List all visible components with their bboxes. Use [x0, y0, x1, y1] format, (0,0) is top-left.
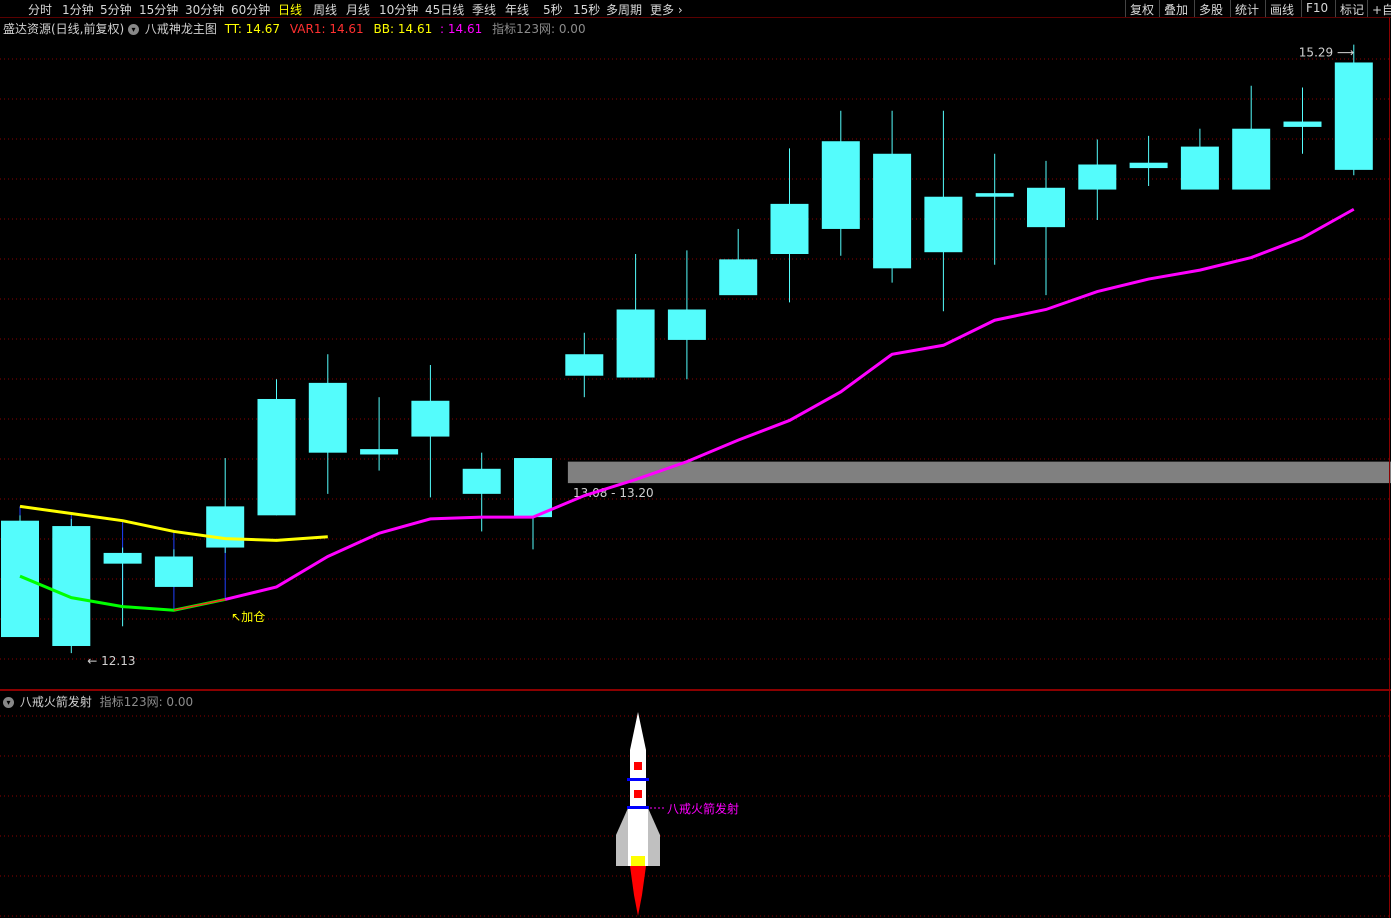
candle-body: [616, 309, 655, 378]
period-tab-1[interactable]: 1分钟: [62, 1, 94, 18]
candle-body: [1129, 162, 1168, 169]
candle-body: [514, 458, 552, 518]
period-tab-0[interactable]: 分时: [28, 1, 52, 18]
rocket-fin-right: [648, 808, 660, 866]
candle-body: [1027, 187, 1065, 228]
rocket-label: 八戒火箭发射: [667, 801, 739, 816]
rocket-fin-left: [616, 808, 628, 866]
toolbar-button-4[interactable]: 画线: [1270, 1, 1294, 18]
candle-body: [821, 141, 860, 229]
candle-body: [308, 382, 347, 453]
candle-body: [1078, 164, 1117, 190]
rocket-band: [627, 806, 649, 809]
toolbar-button-5[interactable]: F10: [1306, 1, 1328, 15]
candle-body: [565, 354, 604, 376]
candle-body: [462, 468, 501, 494]
toolbar-button-7[interactable]: +自: [1372, 1, 1391, 18]
candle-body: [1283, 121, 1322, 127]
period-tab-2[interactable]: 5分钟: [100, 1, 132, 18]
rocket-window: [634, 790, 642, 798]
main-indicator-name[interactable]: 八戒神龙主图: [145, 22, 217, 36]
toolbar-separator: [1159, 0, 1160, 17]
rocket-flame-core: [631, 856, 645, 866]
rocket-band: [627, 778, 649, 781]
toolbar-separator: [1367, 0, 1368, 17]
candle-body: [770, 203, 809, 254]
period-tab-11[interactable]: 季线: [472, 1, 496, 18]
toolbar-button-0[interactable]: 复权: [1130, 1, 1154, 18]
candle-body: [873, 153, 912, 269]
period-tab-7[interactable]: 周线: [313, 1, 337, 18]
ma-value: : 14.61: [440, 22, 483, 36]
right-border: [1389, 18, 1390, 918]
period-toolbar: 分时 1分钟 5分钟 15分钟 30分钟 60分钟 日线 周线 月线 10分钟 45日线 季线 年线 5秒…: [0, 0, 1391, 18]
period-tab-8[interactable]: 月线: [346, 1, 370, 18]
add-position-label: ↖加仓: [231, 610, 265, 624]
main-chart-header: 盛达资源(日线,前复权) ▾ 八戒神龙主图 TT: 14.67 VAR1: 14…: [3, 20, 586, 37]
indicator-dropdown-icon[interactable]: ▾: [128, 24, 140, 35]
var1-value: VAR1: 14.61: [289, 22, 364, 36]
candle-body: [103, 552, 142, 564]
sub-indicator-dropdown-icon[interactable]: ▾: [3, 697, 14, 708]
period-tab-5[interactable]: 60分钟: [231, 1, 270, 18]
toolbar-separator: [1125, 0, 1126, 17]
period-tab-4[interactable]: 30分钟: [185, 1, 224, 18]
period-tab-3[interactable]: 15分钟: [139, 1, 178, 18]
candle-body: [257, 398, 296, 516]
period-tab-6[interactable]: 日线: [278, 1, 302, 18]
toolbar-separator: [1335, 0, 1336, 17]
candle-body: [52, 526, 91, 646]
panel-divider: [0, 689, 1391, 691]
candle-body: [667, 309, 706, 340]
bridge-line: [173, 598, 226, 611]
toolbar-button-1[interactable]: 叠加: [1164, 1, 1188, 18]
period-tab-9[interactable]: 10分钟: [379, 1, 418, 18]
candle-body: [719, 259, 758, 296]
toolbar-button-6[interactable]: 标记: [1340, 1, 1364, 18]
candle-body: [1232, 128, 1271, 190]
period-tab-16[interactable]: 更多 ›: [650, 1, 683, 18]
period-tab-12[interactable]: 年线: [505, 1, 529, 18]
toolbar-separator: [1301, 0, 1302, 17]
candlestick-chart[interactable]: 13.08 - 13.20 15.29 ⟶ ← 12.13 ↖加仓: [0, 36, 1391, 686]
candle-body: [1180, 146, 1219, 190]
toolbar-separator: [1230, 0, 1231, 17]
rocket-window: [634, 762, 642, 770]
toolbar-button-3[interactable]: 统计: [1235, 1, 1259, 18]
rocket-flame: [630, 866, 646, 916]
candle-body: [924, 196, 963, 253]
period-tab-10[interactable]: 45日线: [425, 1, 464, 18]
candle-body: [360, 449, 399, 455]
toolbar-separator: [1194, 0, 1195, 17]
sub-net-value: 指标123网: 0.00: [99, 695, 194, 709]
candle-body: [206, 506, 245, 548]
candle-body: [975, 193, 1014, 197]
period-tab-14[interactable]: 15秒: [573, 1, 600, 18]
tt-value: TT: 14.67: [224, 22, 281, 36]
zone-label: 13.08 - 13.20: [573, 486, 654, 500]
period-tab-15[interactable]: 多周期: [606, 1, 642, 18]
toolbar-button-2[interactable]: 多股: [1199, 1, 1223, 18]
candle-body: [154, 556, 193, 587]
net-value: 指标123网: 0.00: [492, 22, 586, 36]
candle-body: [411, 400, 450, 437]
price-zone: [567, 461, 1391, 484]
low-label: ← 12.13: [87, 654, 135, 668]
candle-body: [1, 520, 39, 638]
sub-indicator-name[interactable]: 八戒火箭发射: [20, 695, 92, 709]
bb-value: BB: 14.61: [373, 22, 433, 36]
high-label: 15.29 ⟶: [1299, 46, 1354, 60]
period-tab-13[interactable]: 5秒: [543, 1, 563, 18]
toolbar-separator: [1265, 0, 1266, 17]
rocket-indicator-panel: 八戒火箭发射: [0, 712, 1391, 917]
stock-title: 盛达资源(日线,前复权): [3, 22, 125, 36]
candle-body: [1334, 62, 1373, 170]
